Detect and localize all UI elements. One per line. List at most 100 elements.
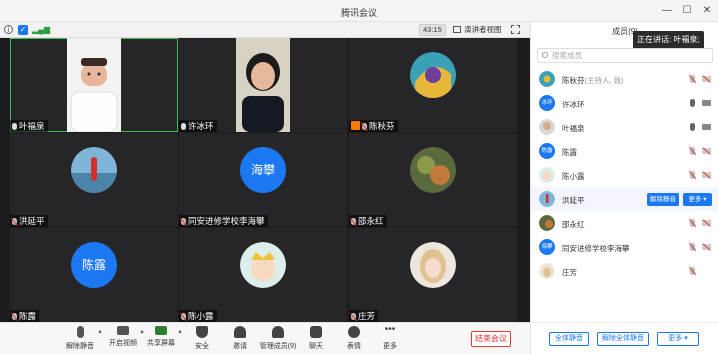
avatar	[410, 147, 456, 193]
share-screen-icon	[155, 326, 167, 335]
unmute-all-button[interactable]: 解除全体静音	[597, 332, 649, 346]
member-row[interactable]: 海攀 同安进修学校李海攀	[531, 235, 718, 259]
member-row[interactable]: 陈秋芬(主持人, 我)	[531, 67, 718, 91]
members-panel: 成员(9) 正在讲话: 叶福泉; 搜索成员 陈秋芬(主持人, 我) 冰环 许冰环…	[530, 22, 718, 354]
member-search-input[interactable]: 搜索成员	[537, 48, 713, 63]
member-row[interactable]: 陈小露	[531, 163, 718, 187]
mic-muted-icon	[12, 218, 17, 225]
tile-name-label: 邵永红	[349, 215, 387, 227]
mic-icon[interactable]	[690, 99, 695, 107]
mic-muted-icon	[351, 313, 356, 320]
speaking-indicator: 正在讲话: 叶福泉;	[633, 31, 704, 49]
video-tile[interactable]: 陈秋芬	[349, 38, 517, 132]
fullscreen-icon[interactable]	[511, 25, 520, 34]
mic-muted-icon	[12, 313, 17, 320]
shield-icon[interactable]: ✓	[18, 25, 28, 35]
tile-name-label: 许冰环	[179, 120, 217, 132]
member-row[interactable]: 冰环 许冰环	[531, 91, 718, 115]
avatar: 陈露	[539, 143, 555, 159]
mute-all-button[interactable]: 全体静音	[549, 332, 589, 346]
start-video-button[interactable]: 开启视频	[103, 326, 143, 354]
mic-muted-icon[interactable]	[690, 171, 695, 179]
mic-icon	[12, 123, 17, 130]
avatar	[539, 119, 555, 135]
mic-icon	[181, 123, 186, 130]
grid-view-icon	[453, 26, 461, 33]
members-icon	[272, 326, 284, 338]
mic-icon[interactable]	[690, 123, 695, 131]
signal-icon: ▂▄▆	[32, 25, 50, 34]
camera-icon[interactable]	[702, 100, 711, 106]
mic-muted-icon	[181, 313, 186, 320]
mic-muted-icon[interactable]	[690, 147, 695, 155]
mic-muted-icon[interactable]	[690, 243, 695, 251]
tile-name-label: 陈小露	[179, 310, 217, 322]
more-icon: •••	[384, 324, 396, 335]
avatar: 冰环	[539, 95, 555, 111]
camera-off-icon[interactable]	[702, 220, 711, 226]
maximize-icon[interactable]: ☐	[680, 4, 694, 18]
close-icon[interactable]: ✕	[700, 4, 714, 18]
video-tile[interactable]: 海攀 同安进修学校李海攀	[179, 133, 347, 227]
video-tile[interactable]: 洪延平	[10, 133, 178, 227]
camera-off-icon[interactable]	[702, 172, 711, 178]
avatar	[240, 242, 286, 288]
mic-muted-icon[interactable]	[690, 75, 695, 83]
minimize-icon[interactable]: —	[660, 4, 674, 18]
camera-off-icon	[117, 326, 129, 335]
shield-icon	[196, 326, 208, 338]
video-tile[interactable]: 许冰环	[179, 38, 347, 132]
video-tile[interactable]: 陈小露	[179, 228, 347, 322]
avatar	[539, 191, 555, 207]
window-title: 腾讯会议	[340, 8, 377, 18]
meeting-info-bar: i ✓ ▂▄▆ 43:15 演讲者视图	[0, 22, 530, 38]
avatar	[410, 52, 456, 98]
mic-muted-icon	[181, 218, 186, 225]
camera-off-icon[interactable]	[702, 76, 711, 82]
participant-video	[236, 38, 290, 132]
host-icon	[351, 121, 360, 130]
avatar	[410, 242, 456, 288]
video-tile[interactable]: 陈露 陈露	[10, 228, 178, 322]
speaker-view-label: 演讲者视图	[464, 25, 502, 34]
participant-video	[67, 38, 121, 132]
emoji-button[interactable]: 表情	[334, 326, 374, 354]
end-meeting-button[interactable]: 结束会议	[471, 331, 511, 347]
title-bar: 腾讯会议 — ☐ ✕	[0, 0, 718, 22]
member-more-button[interactable]: 更多 ▾	[683, 193, 712, 206]
mic-muted-icon[interactable]	[690, 267, 695, 275]
avatar: 陈露	[71, 242, 117, 288]
unmute-member-button[interactable]: 解除静音	[647, 193, 679, 206]
camera-off-icon[interactable]	[702, 244, 711, 250]
video-tile[interactable]: 庄芳	[349, 228, 517, 322]
more-button[interactable]: ••• 更多	[370, 324, 410, 354]
camera-icon[interactable]	[702, 124, 711, 130]
member-row[interactable]: 陈露 陈露	[531, 139, 718, 163]
manage-members-button[interactable]: 管理成员(9)	[258, 326, 298, 354]
search-icon	[542, 52, 548, 58]
member-row-hovered[interactable]: 洪延平 解除静音 更多 ▾	[531, 187, 718, 211]
member-row[interactable]: 邵永红	[531, 211, 718, 235]
mic-muted-icon[interactable]	[690, 219, 695, 227]
chat-button[interactable]: 聊天	[296, 326, 336, 354]
video-area: i ✓ ▂▄▆ 43:15 演讲者视图 叶福泉 许冰环 陈秋芬 洪延平 海攀 同…	[0, 22, 530, 354]
member-row[interactable]: 叶福泉	[531, 115, 718, 139]
video-tile[interactable]: 叶福泉	[10, 38, 178, 132]
mic-muted-icon	[351, 218, 356, 225]
tile-name-label: 叶福泉	[10, 120, 48, 132]
share-screen-button[interactable]: 共享屏幕	[141, 326, 181, 354]
camera-off-icon[interactable]	[702, 148, 711, 154]
avatar: 海攀	[240, 147, 286, 193]
members-more-button[interactable]: 更多 ▾	[657, 332, 699, 346]
invite-button[interactable]: 邀请	[220, 326, 260, 354]
unmute-button[interactable]: 解除静音	[60, 326, 100, 354]
info-icon[interactable]: i	[4, 25, 13, 34]
avatar	[539, 71, 555, 87]
member-row[interactable]: 庄芳	[531, 259, 718, 283]
members-footer: 全体静音 解除全体静音 更多 ▾	[531, 322, 718, 354]
speaker-view-button[interactable]: 演讲者视图	[453, 24, 502, 36]
security-button[interactable]: 安全	[182, 326, 222, 354]
video-tile[interactable]: 邵永红	[349, 133, 517, 227]
tile-name-label: 陈露	[10, 310, 40, 322]
tile-name-label: 洪延平	[10, 215, 48, 227]
